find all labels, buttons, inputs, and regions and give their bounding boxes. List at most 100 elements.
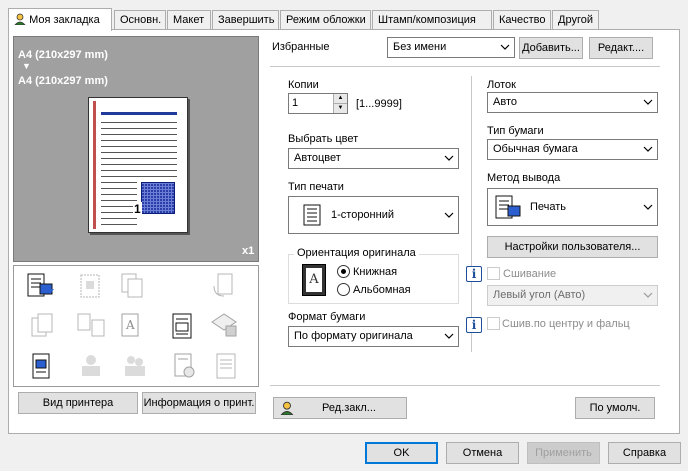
paper-type-select[interactable]: Обычная бумага: [487, 139, 658, 160]
staple-position-select[interactable]: Левый угол (Авто): [487, 285, 658, 306]
portrait-radio[interactable]: [337, 265, 350, 278]
text-line: [101, 134, 177, 135]
print-type-label: Тип печати: [288, 181, 344, 193]
output-method-value: Печать: [530, 201, 567, 213]
lock-job-icon: [210, 312, 237, 340]
text-line: [101, 152, 177, 153]
chevron-down-icon: [444, 212, 454, 218]
text-line: [101, 182, 137, 183]
page-thumbnail: 1: [88, 97, 188, 233]
cover-page-icon[interactable]: [30, 352, 56, 380]
text-line: [101, 212, 137, 213]
divider: [270, 66, 660, 67]
info-icon[interactable]: i: [466, 317, 482, 333]
user-icon: [14, 13, 26, 26]
color-label: Выбрать цвет: [288, 133, 359, 145]
function-icon-panel: A: [13, 265, 259, 387]
page-number: 1: [133, 202, 142, 216]
help-button[interactable]: Справка: [608, 442, 681, 464]
page-lines-icon: [214, 352, 240, 380]
orientation-letter: A: [306, 268, 322, 292]
divider: [270, 385, 660, 386]
tray-select[interactable]: Авто: [487, 92, 658, 113]
text-line: [101, 158, 177, 159]
copies-input[interactable]: 1: [292, 97, 298, 109]
info-icon[interactable]: i: [466, 266, 482, 282]
chevron-down-icon: [643, 99, 653, 105]
printer-info-button[interactable]: Информация о принт.: [142, 392, 256, 414]
document-layout-icon[interactable]: [170, 312, 196, 340]
single-sided-icon: [303, 204, 321, 226]
text-line: [101, 224, 137, 225]
tab-other[interactable]: Другой: [552, 10, 599, 30]
combine-icon: [120, 272, 146, 300]
orientation-label: Ориентация оригинала: [294, 247, 419, 259]
copies-badge: x1: [242, 245, 255, 257]
arrow-down-icon: ▼: [22, 61, 31, 71]
text-line: [101, 206, 137, 207]
paper-preview: A4 (210x297 mm) ▼ A4 (210x297 mm) x1 1: [13, 36, 259, 262]
chevron-down-icon: [444, 333, 454, 339]
color-value: Автоцвет: [294, 152, 341, 164]
staple-position-value: Левый угол (Авто): [493, 289, 586, 301]
tab-label: Макет: [173, 14, 205, 26]
center-staple-label: Сшив.по центру и фальц: [502, 318, 630, 330]
landscape-label: Альбомная: [353, 284, 411, 296]
text-line: [101, 188, 137, 189]
text-line: [101, 164, 177, 165]
text-line: [101, 176, 177, 177]
tab-stamp[interactable]: Штамп/композиция: [372, 10, 492, 30]
duplex-icon: [76, 312, 105, 340]
tab-quality[interactable]: Качество: [493, 10, 551, 30]
tab-basic[interactable]: Основн.: [114, 10, 166, 30]
printer-view-button[interactable]: Вид принтера: [18, 392, 138, 414]
output-method-select[interactable]: Печать: [487, 188, 658, 226]
spin-down-button[interactable]: ▼: [333, 103, 347, 113]
copies-range: [1...9999]: [356, 98, 402, 110]
tab-my-tab[interactable]: Моя закладка: [8, 8, 112, 31]
chevron-down-icon: [500, 44, 510, 50]
edit-favorite-button[interactable]: Редакт....: [589, 37, 653, 59]
print-type-select[interactable]: 1-сторонний: [288, 196, 459, 234]
paper-size-select[interactable]: По формату оригинала: [288, 326, 459, 347]
svg-text:A: A: [125, 318, 135, 332]
center-staple-checkbox[interactable]: [487, 317, 500, 330]
copies-spinbox[interactable]: 1 ▲ ▼: [288, 93, 348, 114]
cancel-button[interactable]: Отмена: [446, 442, 519, 464]
ok-button[interactable]: OK: [365, 442, 438, 464]
portrait-label: Книжная: [353, 266, 398, 278]
tab-label: Штамп/композиция: [378, 14, 476, 26]
tab-label: Завершить: [218, 14, 275, 26]
user-settings-button[interactable]: Настройки пользователя...: [487, 236, 658, 258]
tab-label: Качество: [499, 14, 546, 26]
paper-type-value: Обычная бумага: [493, 143, 578, 155]
chevron-down-icon: [643, 292, 653, 298]
tab-label: Другой: [558, 14, 593, 26]
tray-value: Авто: [493, 96, 517, 108]
tab-finish[interactable]: Завершить: [212, 10, 279, 30]
tab-layout[interactable]: Макет: [167, 10, 211, 30]
text-line: [101, 128, 177, 129]
favorites-label: Избранные: [272, 41, 330, 53]
edit-my-tab-button[interactable]: Ред.закл...: [273, 397, 407, 419]
color-select[interactable]: Автоцвет: [288, 148, 459, 169]
defaults-button[interactable]: По умолч.: [575, 397, 655, 419]
paper-size-label: Формат бумаги: [288, 311, 366, 323]
tab-cover-mode[interactable]: Режим обложки: [280, 10, 371, 30]
output-print-icon[interactable]: [26, 272, 54, 300]
stapling-checkbox[interactable]: [487, 267, 500, 280]
tab-label: Моя закладка: [29, 14, 100, 26]
chevron-down-icon: [643, 146, 653, 152]
text-line: [101, 218, 137, 219]
text-line: [101, 194, 137, 195]
apply-button[interactable]: Применить: [527, 442, 600, 464]
paper-source-size: A4 (210x297 mm): [18, 49, 108, 61]
favorites-select[interactable]: Без имени: [387, 37, 515, 58]
print-output-icon: [495, 195, 521, 219]
landscape-radio[interactable]: [337, 283, 350, 296]
add-favorite-button[interactable]: Добавить...: [519, 37, 583, 59]
text-line: [101, 200, 137, 201]
print-type-value: 1-сторонний: [331, 209, 394, 221]
stapling-label: Сшивание: [503, 268, 557, 280]
text-a-icon: A: [120, 312, 146, 340]
